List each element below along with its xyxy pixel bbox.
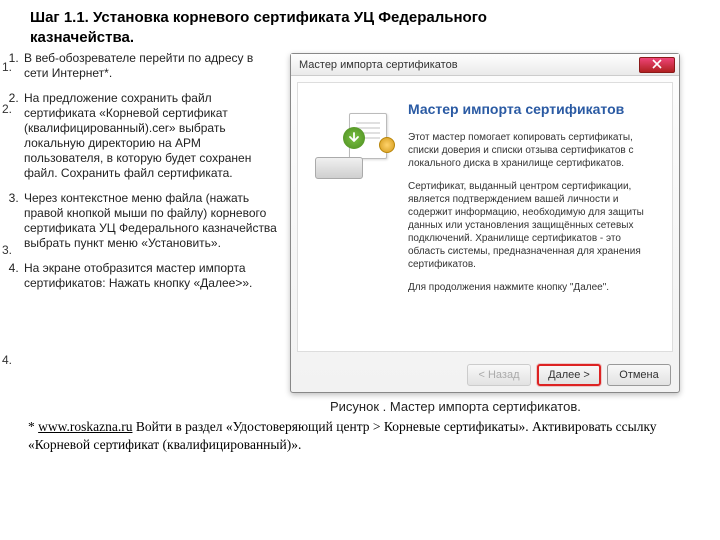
step-number: 3. <box>2 243 12 258</box>
step-number: 4. <box>2 353 12 368</box>
wizard-window: Мастер импорта сертификатов <box>290 53 680 393</box>
step-number: 1. <box>2 60 12 75</box>
step-item: На экране отобразится мастер импорта сер… <box>22 261 280 291</box>
wizard-paragraph: Для продолжения нажмите кнопку "Далее". <box>408 281 660 294</box>
step-item: На предложение сохранить файл сертификат… <box>22 91 280 181</box>
certificate-import-icon <box>313 113 393 183</box>
footnote: * www.roskazna.ru Войти в раздел «Удосто… <box>0 414 720 454</box>
cancel-button[interactable]: Отмена <box>607 364 671 386</box>
footnote-link[interactable]: www.roskazna.ru <box>38 419 132 434</box>
step-item: Через контекстное меню файла (нажать пра… <box>22 191 280 251</box>
next-button[interactable]: Далее > <box>537 364 601 386</box>
page-title: Шаг 1.1. Установка корневого сертификата… <box>0 0 560 51</box>
step-item: В веб-обозревателе перейти по адресу в с… <box>22 51 280 81</box>
titlebar: Мастер импорта сертификатов <box>291 54 679 76</box>
back-button[interactable]: < Назад <box>467 364 531 386</box>
wizard-paragraph: Сертификат, выданный центром сертификаци… <box>408 180 660 271</box>
close-icon <box>652 56 662 74</box>
close-button[interactable] <box>639 57 675 73</box>
wizard-heading: Мастер импорта сертификатов <box>408 101 660 117</box>
wizard-paragraph: Этот мастер помогает копировать сертифик… <box>408 131 660 170</box>
instruction-list: 1. 2. 3. 4. В веб-обозревателе перейти п… <box>0 51 290 301</box>
footnote-prefix: * <box>28 419 38 434</box>
step-number: 2. <box>2 102 12 117</box>
window-title: Мастер импорта сертификатов <box>299 59 458 71</box>
figure-caption: Рисунок . Мастер импорта сертификатов. <box>330 399 690 414</box>
